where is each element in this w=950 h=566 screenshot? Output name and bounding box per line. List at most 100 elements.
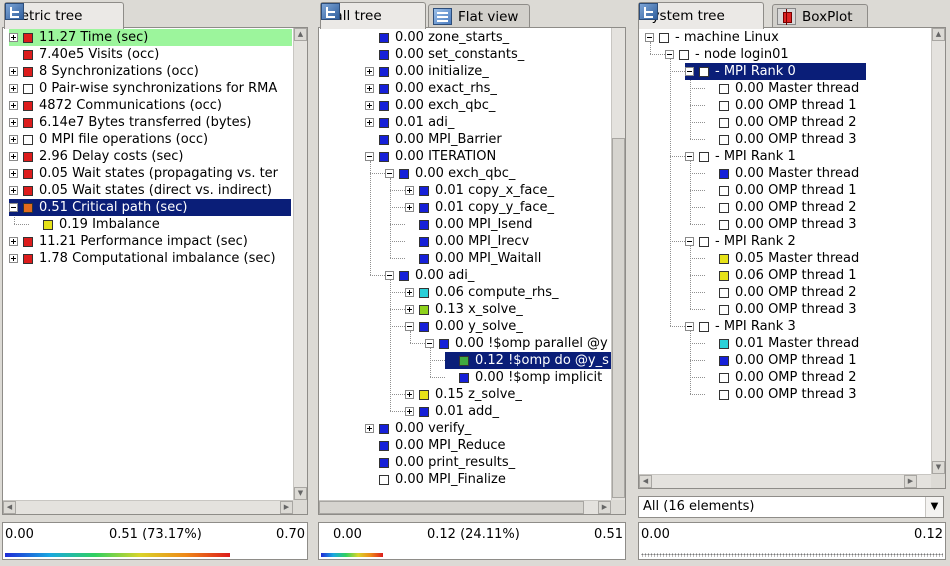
tree-row[interactable]: 0.00 OMP thread 1 [705, 182, 859, 199]
expand-plus-icon[interactable] [405, 203, 414, 212]
scroll-left-arrow-icon[interactable]: ◀ [639, 475, 652, 488]
scroll-right-arrow-icon[interactable]: ▶ [280, 501, 293, 514]
tree-row[interactable]: 0.00 OMP thread 3 [705, 301, 859, 318]
tree-row[interactable]: 0.00 OMP thread 2 [705, 114, 859, 131]
expand-plus-icon[interactable] [405, 186, 414, 195]
collapse-minus-icon[interactable] [405, 322, 414, 331]
tab-flat-view[interactable]: Flat view [428, 4, 530, 28]
tree-row[interactable]: 0.00 OMP thread 3 [705, 386, 859, 403]
expand-plus-icon[interactable] [405, 305, 414, 314]
collapse-minus-icon[interactable] [645, 33, 654, 42]
scroll-thumb[interactable] [612, 138, 625, 498]
tree-row[interactable]: 0.00 Master thread [705, 165, 861, 182]
tree-row[interactable]: 0.00 initialize_ [365, 63, 491, 80]
collapse-minus-icon[interactable] [685, 322, 694, 331]
tree-row[interactable]: 0.00 set_constants_ [365, 46, 526, 63]
tree-row[interactable]: 0.00 print_results_ [365, 454, 517, 471]
collapse-minus-icon[interactable] [425, 339, 434, 348]
expand-plus-icon[interactable] [405, 390, 414, 399]
metric-horizontal-scrollbar[interactable]: ◀ ▶ [3, 500, 293, 514]
call-tree-view[interactable]: 0.00 zone_starts_ 0.00 set_constants_ 0.00… [318, 27, 626, 515]
tree-row[interactable]: 0.00 exch_qbc_ [365, 97, 497, 114]
expand-plus-icon[interactable] [405, 288, 414, 297]
tree-row[interactable]: 0.06 OMP thread 1 [705, 267, 859, 284]
expand-plus-icon[interactable] [365, 67, 374, 76]
expand-plus-icon[interactable] [365, 101, 374, 110]
tree-row[interactable]: 0.01 Master thread [705, 335, 861, 352]
tree-row[interactable]: 0.06 compute_rhs_ [405, 284, 561, 301]
scroll-up-arrow-icon[interactable]: ▲ [932, 28, 945, 41]
tree-row[interactable]: 0.13 x_solve_ [405, 301, 525, 318]
expand-plus-icon[interactable] [405, 407, 414, 416]
metric-tree-view[interactable]: 11.27 Time (sec) 7.40e5 Visits (occ) 8 Syn… [2, 27, 308, 515]
expand-plus-icon[interactable] [9, 84, 18, 93]
tree-row[interactable]: 0.00 adi_ [385, 267, 476, 284]
expand-plus-icon[interactable] [9, 118, 18, 127]
tree-row[interactable]: 0.00 OMP thread 3 [705, 131, 859, 148]
tree-row[interactable]: 0.00 OMP thread 3 [705, 216, 859, 233]
system-vertical-scrollbar[interactable]: ▲ ▼ [931, 28, 945, 474]
scroll-down-arrow-icon[interactable]: ▼ [932, 461, 945, 474]
tree-row[interactable]: 0.00 MPI_Waitall [405, 250, 543, 267]
tree-row[interactable]: 0.00 !$omp implicit [445, 369, 604, 386]
scroll-right-arrow-icon[interactable]: ▶ [598, 501, 611, 514]
tree-row[interactable]: 8 Synchronizations (occ) [9, 63, 201, 80]
tree-row[interactable]: - MPI Rank 0 [685, 63, 866, 80]
expand-plus-icon[interactable] [9, 152, 18, 161]
expand-plus-icon[interactable] [365, 84, 374, 93]
scroll-up-arrow-icon[interactable]: ▲ [294, 28, 307, 41]
tree-row[interactable]: - MPI Rank 2 [685, 233, 798, 250]
tree-row[interactable]: 0.01 add_ [405, 403, 501, 420]
tree-row[interactable]: 0.01 adi_ [365, 114, 456, 131]
system-tree-view[interactable]: - machine Linux - node login01 - MPI Rank … [638, 27, 946, 489]
call-vertical-scrollbar[interactable] [611, 28, 625, 500]
tree-row[interactable]: 0.00 OMP thread 2 [705, 199, 859, 216]
expand-plus-icon[interactable] [9, 186, 18, 195]
tree-row[interactable]: 0.00 MPI_Barrier [365, 131, 504, 148]
tree-row[interactable]: 0.00 OMP thread 2 [705, 284, 859, 301]
tree-row[interactable]: 1.78 Computational imbalance (sec) [9, 250, 278, 267]
tree-row[interactable]: 11.27 Time (sec) [9, 29, 292, 46]
tree-row[interactable]: 0.00 zone_starts_ [365, 29, 511, 46]
tree-row[interactable]: 0 Pair-wise synchronizations for RMA [9, 80, 279, 97]
tree-row[interactable]: 0.00 OMP thread 1 [705, 97, 859, 114]
system-horizontal-scrollbar[interactable]: ◀ ▶ [639, 474, 931, 488]
tree-row[interactable]: 0.51 Critical path (sec) [9, 199, 291, 216]
expand-plus-icon[interactable] [365, 424, 374, 433]
tree-row[interactable]: 0.00 MPI_Reduce [365, 437, 508, 454]
collapse-minus-icon[interactable] [685, 237, 694, 246]
tree-row[interactable]: 0.00 exch_qbc_ [385, 165, 517, 182]
tree-row[interactable]: 0.01 copy_y_face_ [405, 199, 556, 216]
scroll-right-arrow-icon[interactable]: ▶ [904, 475, 917, 488]
collapse-minus-icon[interactable] [385, 271, 394, 280]
tree-row[interactable]: 2.96 Delay costs (sec) [9, 148, 185, 165]
collapse-minus-icon[interactable] [665, 50, 674, 59]
expand-plus-icon[interactable] [9, 254, 18, 263]
tree-row[interactable]: 0.00 Master thread [705, 80, 861, 97]
tab-boxplot[interactable]: BoxPlot [772, 4, 868, 28]
tree-row[interactable]: 0.01 copy_x_face_ [405, 182, 556, 199]
collapse-minus-icon[interactable] [685, 152, 694, 161]
tab-system-tree[interactable]: System tree [638, 2, 764, 29]
expand-plus-icon[interactable] [9, 135, 18, 144]
system-filter-select[interactable]: All (16 elements) ▼ [638, 496, 944, 518]
tree-row[interactable]: 0.00 verify_ [365, 420, 473, 437]
scroll-left-arrow-icon[interactable]: ◀ [3, 501, 16, 514]
tree-row[interactable]: - MPI Rank 3 [685, 318, 798, 335]
call-horizontal-scrollbar[interactable]: ▶ [319, 500, 611, 514]
tab-metric-tree[interactable]: Metric tree [4, 2, 124, 29]
chevron-down-icon[interactable]: ▼ [925, 497, 943, 517]
tree-row[interactable]: 0.15 z_solve_ [405, 386, 524, 403]
metric-vertical-scrollbar[interactable]: ▲ ▼ [293, 28, 307, 500]
tree-row[interactable]: 0.05 Wait states (propagating vs. ter [9, 165, 280, 182]
tree-row[interactable]: 0.19 Imbalance [29, 216, 162, 233]
scroll-down-arrow-icon[interactable]: ▼ [294, 487, 307, 500]
scroll-thumb[interactable] [319, 501, 584, 514]
tree-row[interactable]: 6.14e7 Bytes transferred (bytes) [9, 114, 253, 131]
expand-plus-icon[interactable] [9, 67, 18, 76]
tree-row[interactable]: 0.00 !$omp parallel @y [425, 335, 610, 352]
expand-plus-icon[interactable] [365, 118, 374, 127]
tree-row[interactable]: 0.00 OMP thread 1 [705, 352, 859, 369]
expand-plus-icon[interactable] [9, 237, 18, 246]
expand-plus-icon[interactable] [9, 33, 18, 42]
